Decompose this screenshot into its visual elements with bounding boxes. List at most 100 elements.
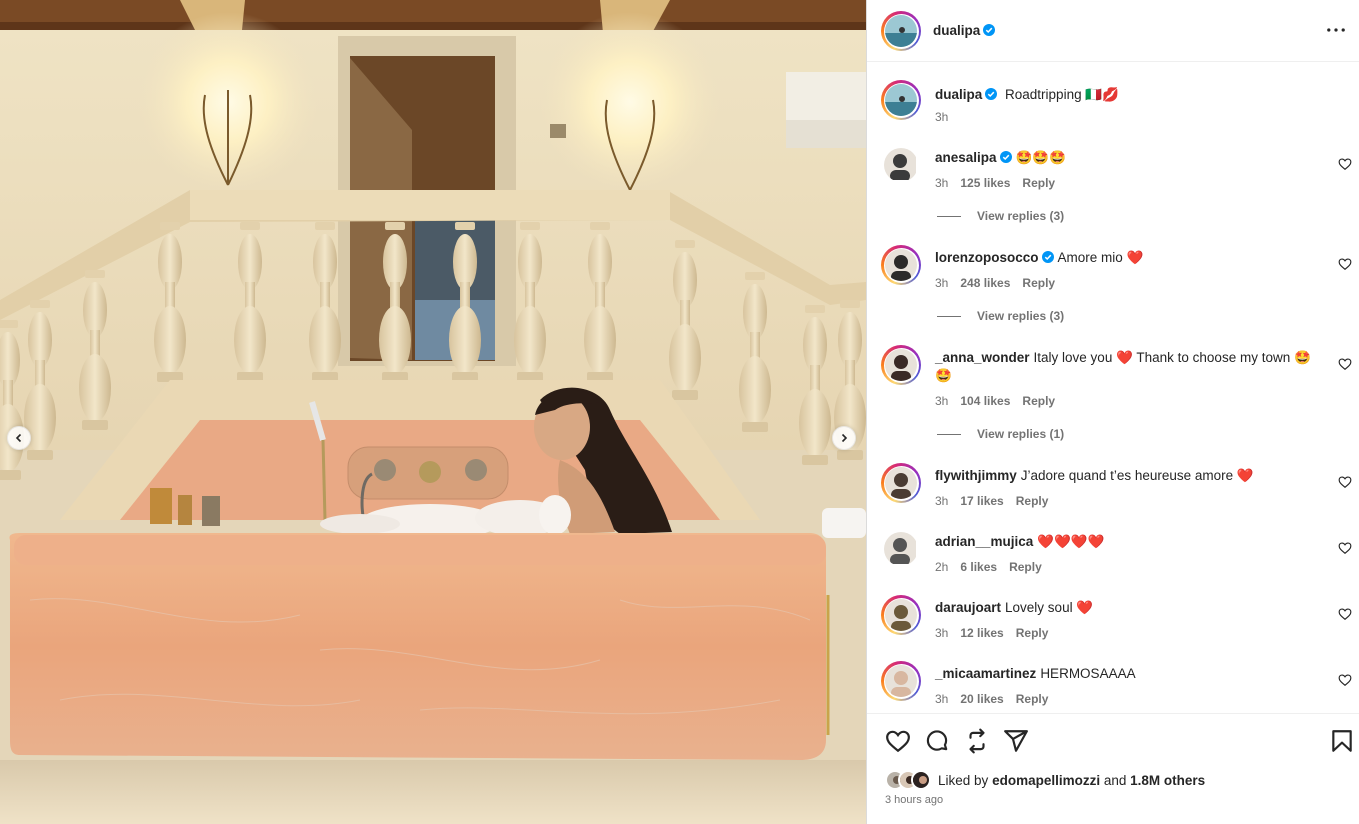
comment-time: 3h xyxy=(935,692,949,706)
more-options-button[interactable] xyxy=(1324,20,1348,40)
liked-by-and: and xyxy=(1103,772,1127,788)
comment-item: daraujoart Lovely soul ❤️ 3h 12 likes Reply xyxy=(867,595,1359,645)
comment-item: adrian__mujica ❤️❤️❤️❤️ 2h 6 likes Reply xyxy=(867,529,1359,579)
comment-likes[interactable]: 125 likes xyxy=(960,176,1010,190)
comment-time: 2h xyxy=(935,560,949,574)
commenter-username[interactable]: _anna_wonder xyxy=(935,350,1030,365)
comment-like-heart-icon[interactable] xyxy=(1338,607,1352,621)
comment-text: J’adore quand t’es heureuse amore ❤️ xyxy=(1020,468,1254,483)
reply-button[interactable]: Reply xyxy=(1022,394,1055,408)
comment-likes[interactable]: 17 likes xyxy=(960,494,1003,508)
commenter-username[interactable]: _micaamartinez xyxy=(935,666,1036,681)
comment-time: 3h xyxy=(935,176,949,190)
comment-text: ❤️❤️❤️❤️ xyxy=(1037,534,1105,549)
comment-like-heart-icon[interactable] xyxy=(1338,673,1352,687)
view-replies-button[interactable]: View replies (3) xyxy=(937,209,1064,223)
view-replies-label: View replies (3) xyxy=(977,309,1065,323)
comment-time: 3h xyxy=(935,394,949,408)
replies-divider xyxy=(937,215,961,217)
caption-username[interactable]: dualipa xyxy=(935,87,982,102)
comment-text: HERMOSAAAA xyxy=(1040,666,1136,681)
comment-like-heart-icon[interactable] xyxy=(1338,257,1352,271)
comment-like-heart-icon[interactable] xyxy=(1338,357,1352,371)
commenter-avatar[interactable] xyxy=(881,463,921,503)
comment-likes[interactable]: 20 likes xyxy=(960,692,1003,706)
commenter-avatar[interactable] xyxy=(881,661,921,701)
comment-like-heart-icon[interactable] xyxy=(1338,157,1352,171)
commenter-username[interactable]: anesalipa xyxy=(935,150,997,165)
commenter-avatar-image xyxy=(885,467,917,499)
repost-icon[interactable] xyxy=(964,728,990,754)
author-avatar[interactable] xyxy=(881,11,921,51)
liked-by-summary: Liked by edomapellimozzi and 1.8M others xyxy=(885,770,1205,790)
reply-button[interactable]: Reply xyxy=(1016,692,1049,706)
reply-button[interactable]: Reply xyxy=(1022,176,1055,190)
commenter-avatar[interactable] xyxy=(884,532,918,566)
reply-button[interactable]: Reply xyxy=(1022,276,1055,290)
commenter-avatar[interactable] xyxy=(881,595,921,635)
verified-badge-icon xyxy=(983,24,996,36)
view-replies-label: View replies (1) xyxy=(977,427,1065,441)
comment-item: flywithjimmy J’adore quand t’es heureuse … xyxy=(867,463,1359,513)
comment-item: _anna_wonder Italy love you ❤️ Thank to c… xyxy=(867,345,1359,415)
comment-time: 3h xyxy=(935,494,949,508)
commenter-username[interactable]: adrian__mujica xyxy=(935,534,1033,549)
commenter-avatar[interactable] xyxy=(881,245,921,285)
commenter-avatar[interactable] xyxy=(884,148,918,182)
commenter-avatar-image xyxy=(885,599,917,631)
comment-item: anesalipa 🤩🤩🤩 3h 125 likes Reply xyxy=(867,145,1359,195)
liker-avatar[interactable] xyxy=(911,770,931,790)
reply-button[interactable]: Reply xyxy=(1016,494,1049,508)
heart-icon[interactable] xyxy=(885,728,911,754)
comment-icon[interactable] xyxy=(924,728,950,754)
bookmark-icon[interactable] xyxy=(1329,728,1355,754)
view-replies-label: View replies (3) xyxy=(977,209,1065,223)
post-timestamp[interactable]: 3 hours ago xyxy=(885,794,943,806)
carousel-prev-button[interactable] xyxy=(7,426,31,450)
comment-likes[interactable]: 12 likes xyxy=(960,626,1003,640)
more-horizontal-icon xyxy=(1327,28,1345,32)
caption-avatar-image xyxy=(885,84,917,116)
likes-count[interactable]: 1.8M others xyxy=(1130,773,1205,788)
view-replies-button[interactable]: View replies (3) xyxy=(937,309,1064,323)
comment-item: _micaamartinez HERMOSAAAA 3h 20 likes Reply xyxy=(867,661,1359,711)
verified-badge-icon xyxy=(1041,251,1054,263)
post-header: dualipa xyxy=(867,0,1359,62)
carousel-next-button[interactable] xyxy=(832,426,856,450)
verified-badge-icon xyxy=(985,88,998,100)
commenter-username[interactable]: flywithjimmy xyxy=(935,468,1017,483)
commenter-avatar-image xyxy=(885,249,917,281)
replies-divider xyxy=(937,315,961,317)
reply-button[interactable]: Reply xyxy=(1009,560,1042,574)
comment-item: lorenzoposocco Amore mio ❤️ 3h 248 likes Rep… xyxy=(867,245,1359,295)
caption-author-avatar[interactable] xyxy=(881,80,921,120)
commenter-username[interactable]: lorenzoposocco xyxy=(935,250,1039,265)
comment-likes[interactable]: 104 likes xyxy=(960,394,1010,408)
share-icon[interactable] xyxy=(1003,728,1029,754)
view-replies-button[interactable]: View replies (1) xyxy=(937,427,1064,441)
post-side-panel: dualipa dualipa Roadtripping 🇮🇹💋 3h anes… xyxy=(866,0,1359,824)
caption-time: 3h xyxy=(935,110,949,124)
caption-emoji: 🇮🇹💋 xyxy=(1085,87,1119,103)
reply-button[interactable]: Reply xyxy=(1016,626,1049,640)
comment-text: Amore mio ❤️ xyxy=(1057,250,1144,265)
bathtub-photo-image xyxy=(0,0,866,824)
comment-text: Lovely soul ❤️ xyxy=(1005,600,1094,615)
replies-divider xyxy=(937,433,961,435)
liked-by-user[interactable]: edomapellimozzi xyxy=(992,773,1100,788)
post-actions-bar: Liked by edomapellimozzi and 1.8M others… xyxy=(867,713,1359,824)
commenter-avatar[interactable] xyxy=(881,345,921,385)
author-avatar-image xyxy=(885,15,917,47)
comment-time: 3h xyxy=(935,276,949,290)
chevron-left-icon xyxy=(15,433,22,443)
comment-like-heart-icon[interactable] xyxy=(1338,541,1352,555)
author-username[interactable]: dualipa xyxy=(933,23,980,38)
post-photo[interactable] xyxy=(0,0,866,824)
comment-likes[interactable]: 248 likes xyxy=(960,276,1010,290)
verified-badge-icon xyxy=(999,151,1012,163)
chevron-right-icon xyxy=(841,433,848,443)
commenter-username[interactable]: daraujoart xyxy=(935,600,1001,615)
liked-by-prefix: Liked by xyxy=(938,772,989,788)
comment-likes[interactable]: 6 likes xyxy=(960,560,997,574)
comment-like-heart-icon[interactable] xyxy=(1338,475,1352,489)
